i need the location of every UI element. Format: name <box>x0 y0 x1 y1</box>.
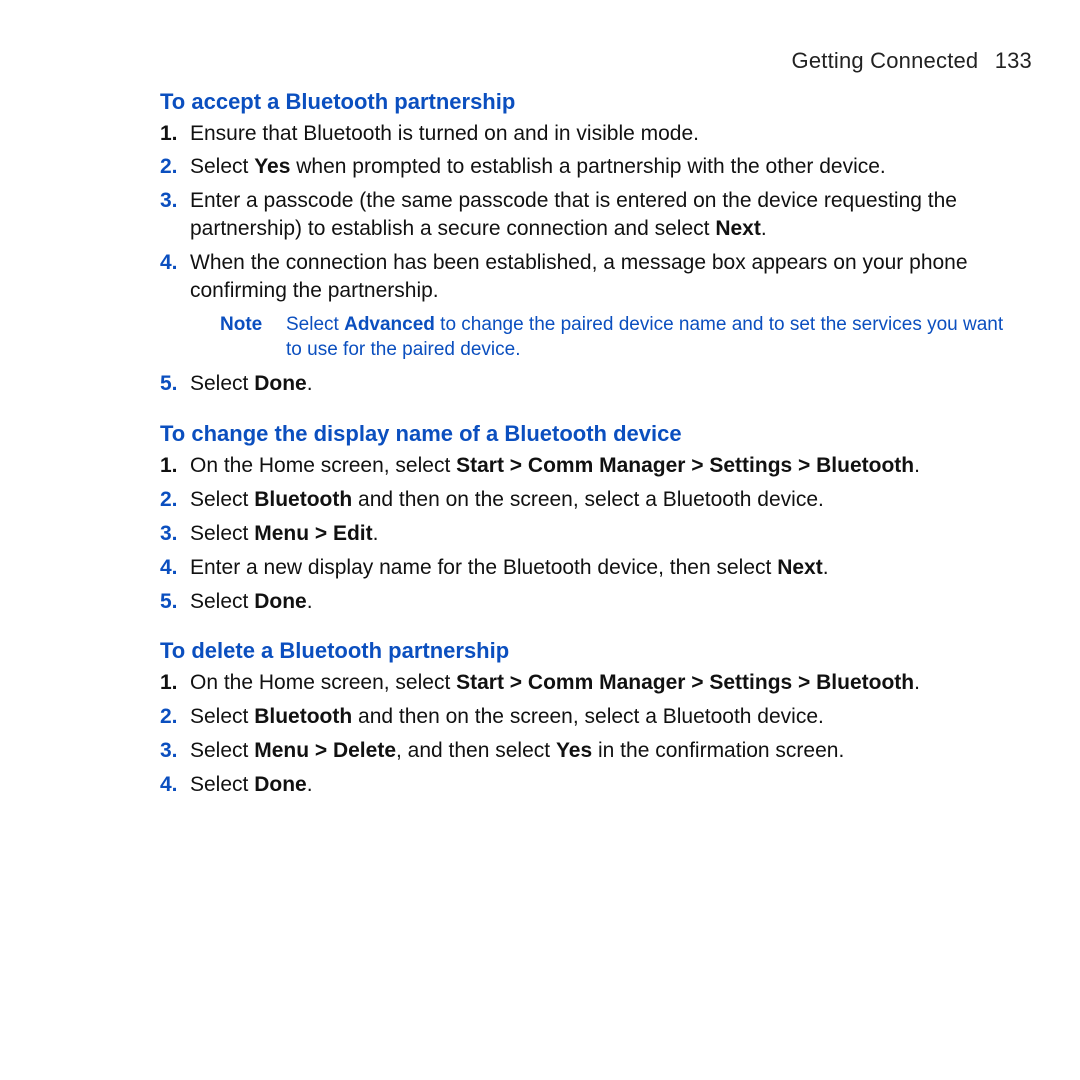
text: . <box>823 556 829 579</box>
bold-text: Next <box>715 217 761 240</box>
text: Select <box>190 773 254 796</box>
step-number: 1. <box>160 120 178 148</box>
step-number: 3. <box>160 737 178 765</box>
text: . <box>307 372 313 395</box>
note-label: Note <box>220 313 270 362</box>
text: Select <box>190 590 254 613</box>
bold-text: Done <box>254 773 307 796</box>
bold-text: Bluetooth <box>254 705 352 728</box>
text: Select <box>190 705 254 728</box>
step-item: 4.When the connection has been establish… <box>190 249 1012 305</box>
bold-text: Done <box>254 372 307 395</box>
step-item: 5.Select Done. <box>190 588 1012 616</box>
step-list: 1. On the Home screen, select Start > Com… <box>160 669 1012 799</box>
text: . <box>914 454 920 477</box>
step-list: 1. Ensure that Bluetooth is turned on and… <box>160 120 1012 306</box>
text: and then on the screen, select a Bluetoo… <box>352 488 824 511</box>
text: Enter a passcode (the same passcode that… <box>190 189 957 240</box>
step-item: 1.Ensure that Bluetooth is turned on and… <box>190 120 1012 148</box>
text: Enter a new display name for the Bluetoo… <box>190 556 777 579</box>
step-item: 1.On the Home screen, select Start > Com… <box>190 452 1012 480</box>
text: Select <box>190 372 254 395</box>
step-number: 5. <box>160 370 178 398</box>
step-item: 3.Select Menu > Delete, and then select … <box>190 737 1012 765</box>
bold-text: Start > Comm Manager > Settings > Blueto… <box>456 671 914 694</box>
bold-text: Next <box>777 556 823 579</box>
step-number: 3. <box>160 187 178 215</box>
step-item: 2.Select Bluetooth and then on the scree… <box>190 703 1012 731</box>
bold-text: Menu > Edit <box>254 522 372 545</box>
bold-text: Bluetooth <box>254 488 352 511</box>
step-number: 4. <box>160 771 178 799</box>
bold-text: Yes <box>254 155 290 178</box>
step-item: 4.Enter a new display name for the Bluet… <box>190 554 1012 582</box>
text: Select <box>190 522 254 545</box>
step-number: 2. <box>160 153 178 181</box>
text: When the connection has been established… <box>190 251 968 302</box>
text: . <box>307 590 313 613</box>
step-number: 2. <box>160 703 178 731</box>
text: . <box>914 671 920 694</box>
bold-text: Start > Comm Manager > Settings > Blueto… <box>456 454 914 477</box>
text: Select <box>190 155 254 178</box>
step-item: 5.Select Done. <box>190 370 1012 398</box>
section-name: Getting Connected <box>792 48 979 73</box>
section-title: To change the display name of a Bluetoot… <box>160 420 1012 448</box>
step-number: 4. <box>160 249 178 277</box>
step-number: 4. <box>160 554 178 582</box>
text: Select <box>190 739 254 762</box>
bold-text: Menu > Delete <box>254 739 396 762</box>
text: in the confirmation screen. <box>592 739 844 762</box>
text: Select <box>190 488 254 511</box>
step-number: 3. <box>160 520 178 548</box>
bold-text: Yes <box>556 739 592 762</box>
text: , and then select <box>396 739 556 762</box>
step-number: 1. <box>160 669 178 697</box>
note-body: Select Advanced to change the paired dev… <box>286 313 1012 362</box>
note-callout: Note Select Advanced to change the paired… <box>220 313 1012 362</box>
bold-text: Done <box>254 590 307 613</box>
step-item: 3.Enter a passcode (the same passcode th… <box>190 187 1012 243</box>
text: On the Home screen, select <box>190 454 456 477</box>
step-number: 1. <box>160 452 178 480</box>
text: and then on the screen, select a Bluetoo… <box>352 705 824 728</box>
page-number: 133 <box>995 48 1032 73</box>
step-list: 5. Select Done. <box>160 370 1012 398</box>
text: Ensure that Bluetooth is turned on and i… <box>190 122 699 145</box>
text: when prompted to establish a partnership… <box>290 155 885 178</box>
text: Select <box>286 314 344 335</box>
step-item: 1.On the Home screen, select Start > Com… <box>190 669 1012 697</box>
step-item: 3.Select Menu > Edit. <box>190 520 1012 548</box>
step-item: 4.Select Done. <box>190 771 1012 799</box>
page: Getting Connected 133 To accept a Blueto… <box>0 0 1080 1080</box>
section-title: To accept a Bluetooth partnership <box>160 88 1012 116</box>
section-title: To delete a Bluetooth partnership <box>160 637 1012 665</box>
running-header: Getting Connected 133 <box>48 48 1032 74</box>
text: . <box>307 773 313 796</box>
bold-text: Advanced <box>344 314 435 335</box>
text: . <box>761 217 767 240</box>
content-area: To accept a Bluetooth partnership 1. Ensur… <box>160 88 1012 799</box>
text: . <box>373 522 379 545</box>
step-item: 2.Select Bluetooth and then on the scree… <box>190 486 1012 514</box>
step-number: 5. <box>160 588 178 616</box>
step-number: 2. <box>160 486 178 514</box>
text: On the Home screen, select <box>190 671 456 694</box>
step-list: 1. On the Home screen, select Start > Com… <box>160 452 1012 616</box>
step-item: 2.Select Yes when prompted to establish … <box>190 153 1012 181</box>
